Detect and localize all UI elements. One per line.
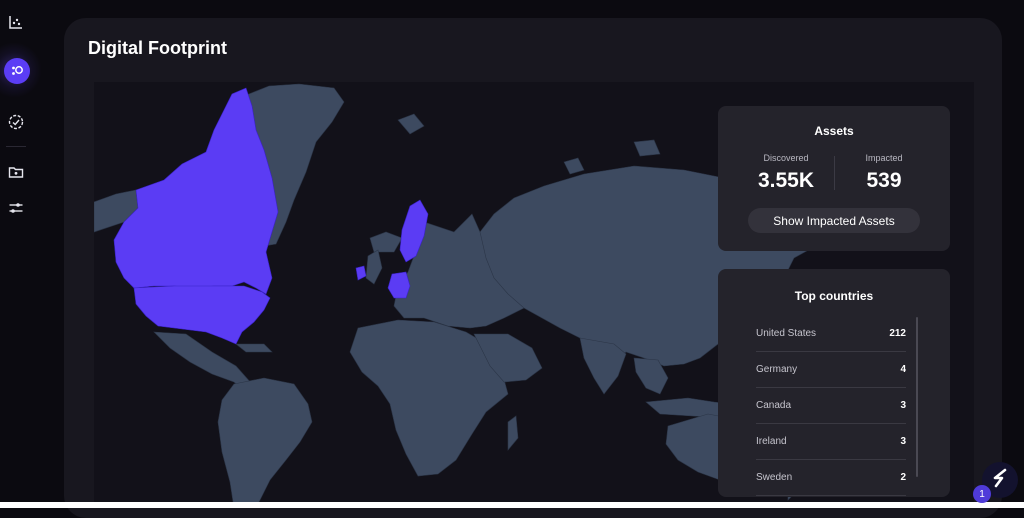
page-title: Digital Footprint [88, 38, 227, 58]
country-count: 4 [900, 363, 906, 375]
country-name: Ireland [756, 435, 787, 447]
map-madagascar [507, 415, 519, 451]
impacted-label: Impacted [865, 153, 903, 163]
assets-title: Assets [814, 124, 854, 138]
impacted-value: 539 [866, 169, 902, 192]
assistant-logo-icon [990, 467, 1010, 494]
map-germany [387, 271, 411, 299]
country-name: Canada [756, 399, 792, 411]
country-count: 212 [889, 327, 906, 339]
map-cuba [235, 343, 273, 353]
country-row: United States 212 [756, 315, 906, 352]
map-arctic-islands [397, 113, 661, 175]
country-row: Sweden 2 [756, 459, 906, 496]
sidebar [0, 0, 42, 508]
sliders-icon[interactable] [6, 198, 26, 218]
sidebar-divider [6, 146, 26, 147]
discovered-value: 3.55K [757, 169, 815, 192]
bottom-strip [0, 502, 1024, 508]
map-south-america [217, 377, 313, 508]
folder-icon[interactable] [6, 162, 26, 182]
country-row: Ireland 3 [756, 423, 906, 460]
country-row: Canada 3 [756, 387, 906, 424]
chart-scatter-icon[interactable] [6, 12, 26, 32]
show-impacted-assets-button[interactable]: Show Impacted Assets [748, 208, 920, 233]
countries-scrollbar[interactable] [916, 317, 918, 477]
top-countries-title: Top countries [794, 289, 874, 303]
map-canada [113, 87, 279, 295]
map-uk [365, 249, 383, 285]
map-usa [133, 285, 271, 345]
country-name: Sweden [756, 471, 793, 483]
gear-badge-icon[interactable] [6, 112, 26, 132]
country-count: 2 [900, 471, 906, 483]
top-countries-card: Top countries United States 212 Germany … [718, 269, 950, 497]
map-ireland [355, 265, 367, 281]
assets-card: Assets Discovered 3.55K Impacted 539 Sho… [718, 106, 950, 251]
country-name: Germany [756, 363, 798, 375]
map-iceland [369, 231, 403, 253]
footprint-icon[interactable] [4, 58, 30, 84]
notification-badge: 1 [973, 485, 991, 503]
country-row: Germany 4 [756, 351, 906, 388]
country-count: 3 [900, 435, 906, 447]
country-count: 3 [900, 399, 906, 411]
discovered-label: Discovered [763, 153, 809, 163]
country-name: United States [756, 327, 817, 339]
